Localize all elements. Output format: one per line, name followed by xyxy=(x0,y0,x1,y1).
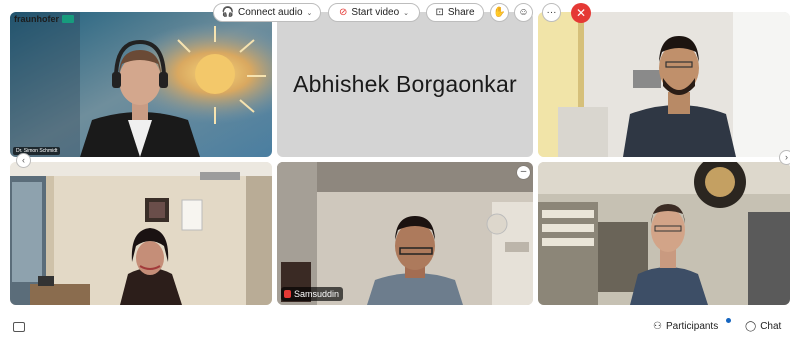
chevron-down-icon[interactable]: ⌄ xyxy=(307,9,313,17)
raise-hand-icon: ✋ xyxy=(493,7,506,18)
participant-name-tag: Samsuddin xyxy=(281,287,344,301)
camera-off-icon: ⊘ xyxy=(338,7,348,18)
chat-button[interactable]: ◯ Chat xyxy=(745,321,781,332)
mic-muted-icon xyxy=(284,290,291,298)
fraunhofer-icon xyxy=(62,15,74,23)
video-tile-participant-4[interactable] xyxy=(10,162,272,305)
connect-audio-label: Connect audio xyxy=(238,7,303,18)
participants-icon: ⚇ xyxy=(653,321,662,332)
video-tile-simon-schmidt[interactable]: fraunhofer Dr. Simon Schmidt xyxy=(10,12,272,157)
end-call-icon: ✕ xyxy=(575,6,587,20)
fraunhofer-logo: fraunhofer xyxy=(14,14,74,24)
brand-label: fraunhofer xyxy=(14,14,59,24)
start-video-label: Start video xyxy=(351,7,400,18)
video-tile-participant-6[interactable] xyxy=(538,162,790,305)
video-tile-samsuddin[interactable]: – Samsuddin xyxy=(277,162,533,305)
reactions-button[interactable]: ☺ xyxy=(514,3,533,22)
participant-name: Abhishek Borgaonkar xyxy=(293,71,517,97)
more-icon: ··· xyxy=(546,7,557,18)
chat-label: Chat xyxy=(760,321,782,332)
video-frame xyxy=(10,12,272,157)
video-frame xyxy=(277,162,533,305)
chevron-down-icon[interactable]: ⌄ xyxy=(403,9,409,17)
reaction-icon: ☺ xyxy=(518,7,529,18)
share-label: Share xyxy=(447,7,475,18)
raise-hand-button[interactable]: ✋ xyxy=(490,3,509,22)
headphone-icon: 🎧 xyxy=(221,7,235,18)
chat-icon: ◯ xyxy=(745,321,757,332)
video-tile-abhishek-borgaonkar[interactable]: Abhishek Borgaonkar xyxy=(277,12,533,157)
start-video-button[interactable]: ⊘ Start video ⌄ xyxy=(328,3,420,22)
end-call-button[interactable]: ✕ xyxy=(571,3,591,23)
video-frame xyxy=(10,162,272,305)
video-frame xyxy=(538,162,790,305)
connect-audio-button[interactable]: 🎧 Connect audio ⌄ xyxy=(213,3,321,22)
participants-label: Participants xyxy=(665,321,719,332)
participant-name: Samsuddin xyxy=(294,289,340,299)
caption-icon[interactable] xyxy=(13,322,25,332)
participants-notification-badge xyxy=(726,318,731,323)
tile-more-options-button[interactable]: – xyxy=(517,166,530,179)
share-button[interactable]: ⊡ Share xyxy=(426,3,484,22)
more-options-button[interactable]: ··· xyxy=(542,3,561,22)
video-tile-participant-3[interactable] xyxy=(538,12,790,157)
share-icon: ⊡ xyxy=(435,7,444,18)
video-frame xyxy=(538,12,790,157)
page-previous-button[interactable]: ‹ xyxy=(16,153,31,168)
participants-button[interactable]: ⚇ Participants xyxy=(653,321,718,332)
page-next-button[interactable]: › xyxy=(779,150,790,165)
